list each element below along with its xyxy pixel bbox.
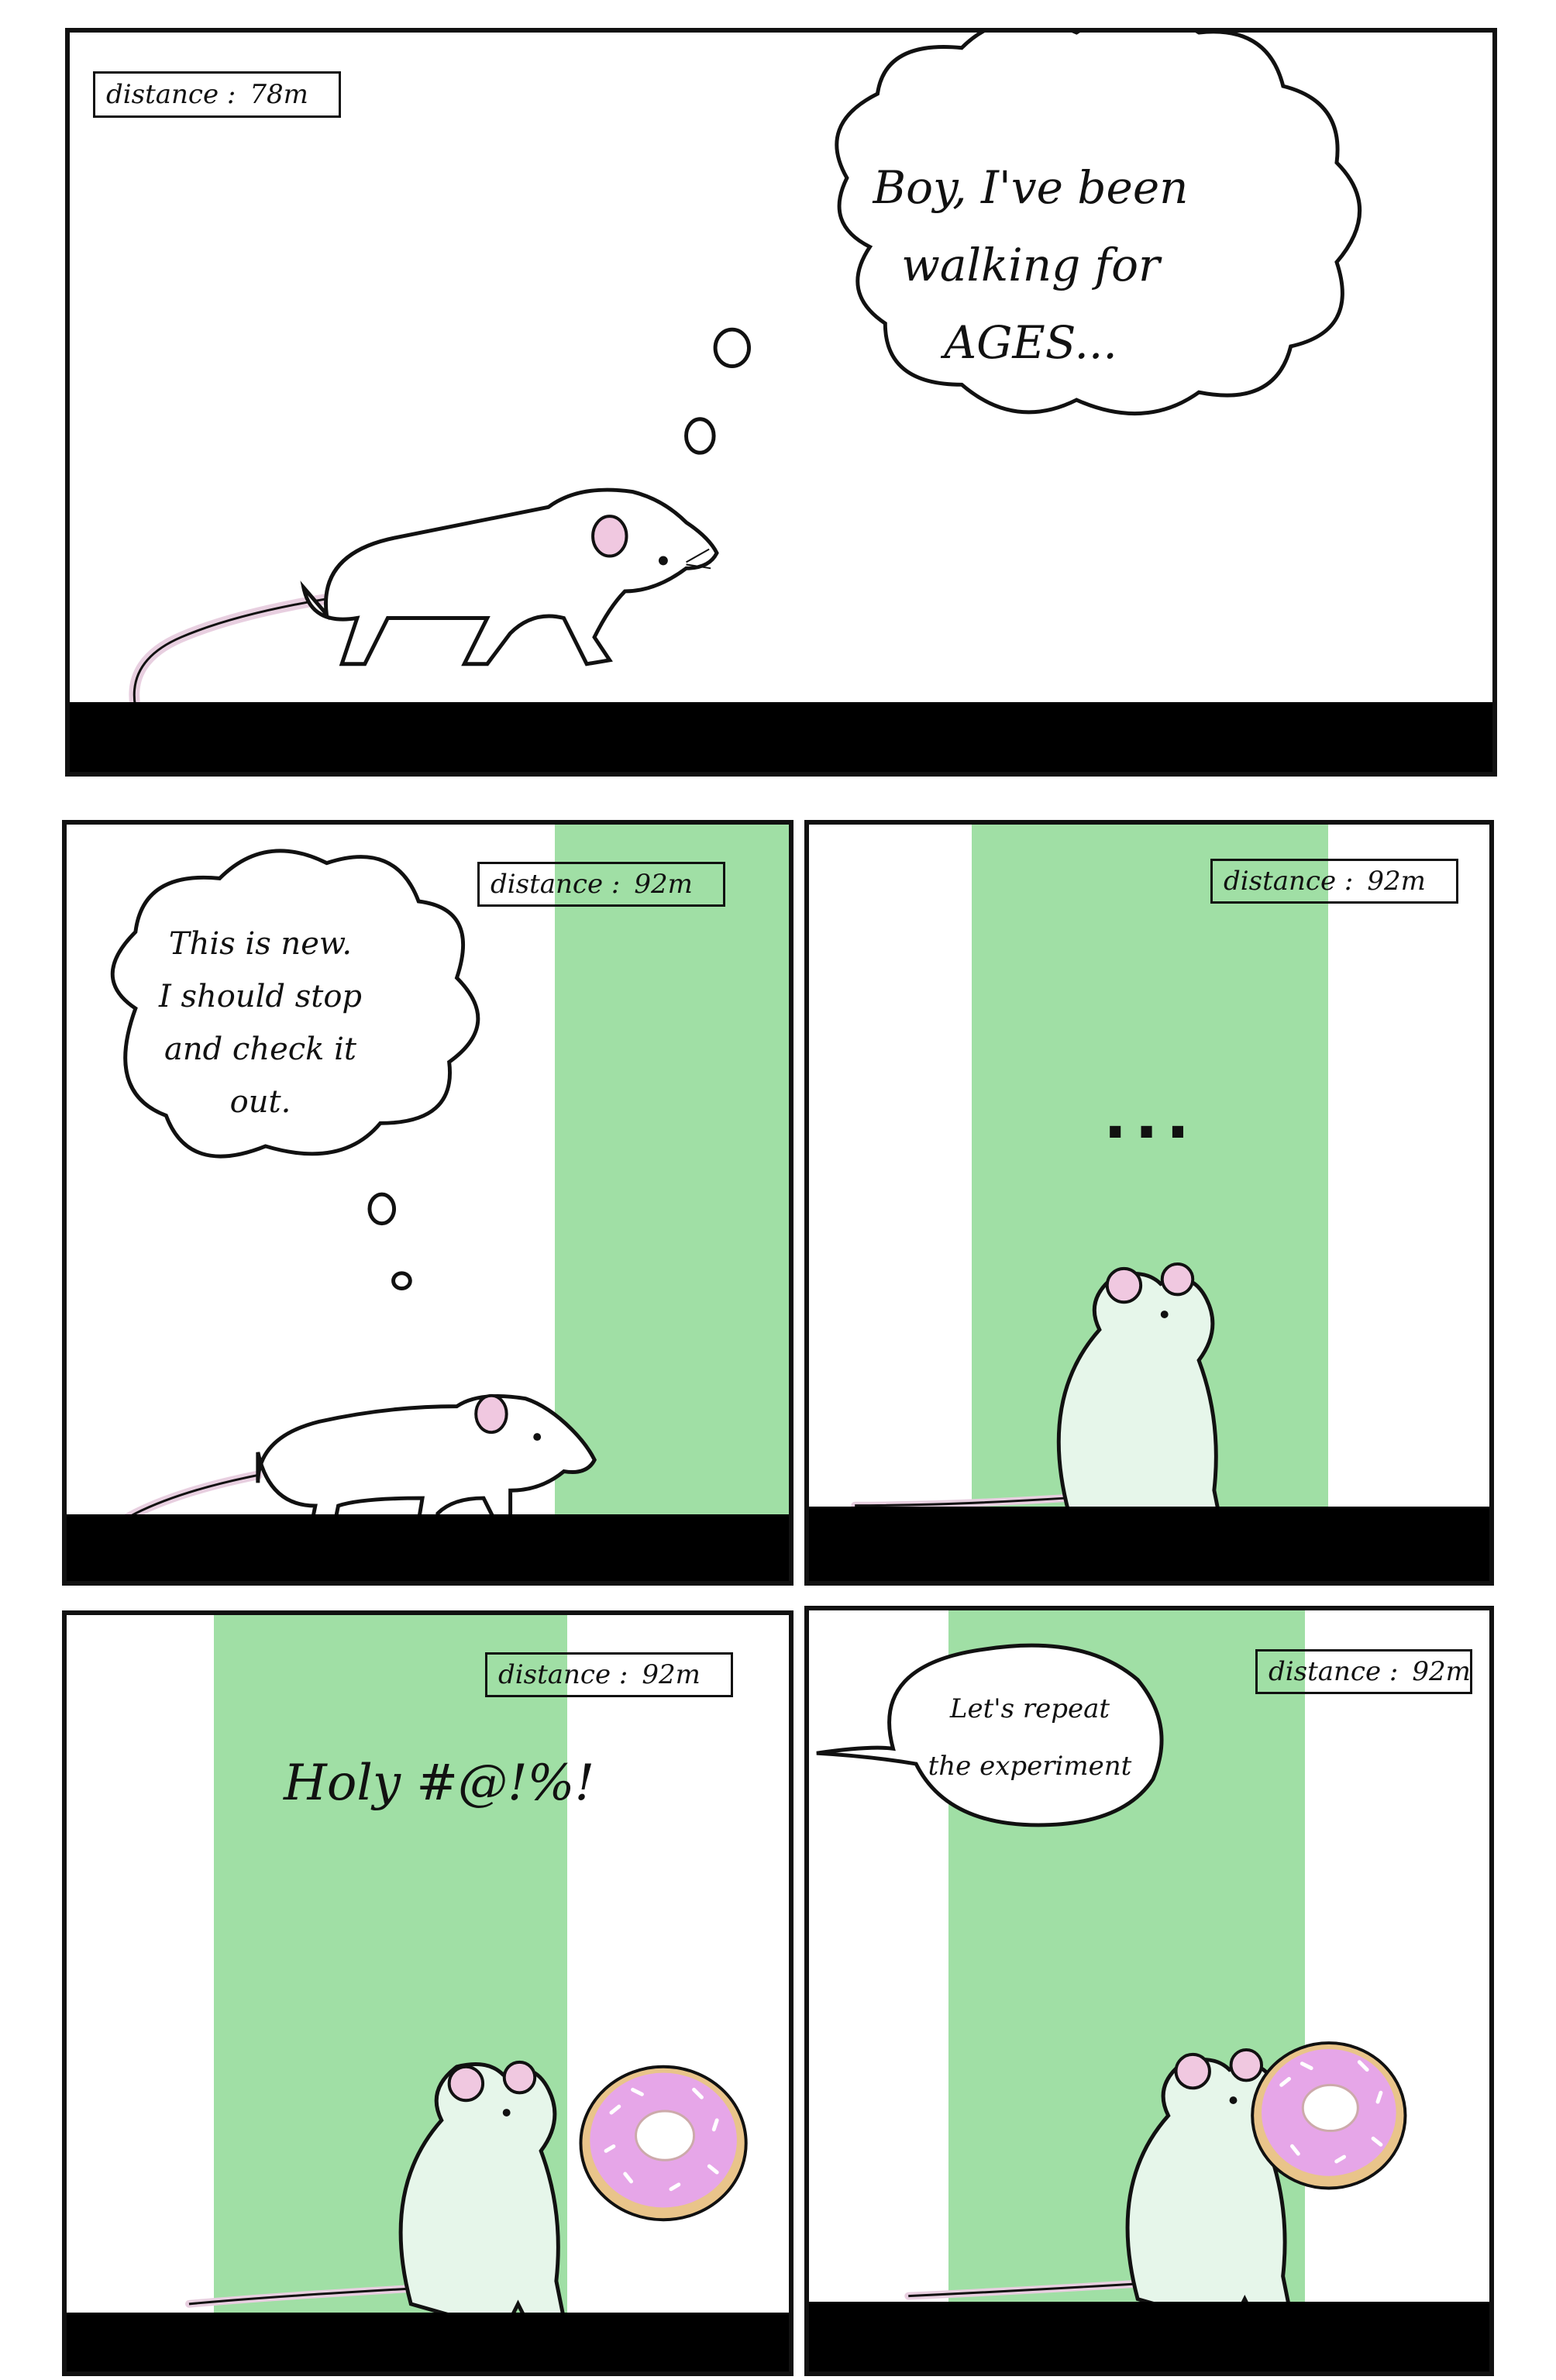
panel-3: distance : 92m ... [804,820,1494,1586]
donut-icon [1251,2041,1407,2190]
floor [67,2313,789,2371]
panel-4: distance : 92m Holy #@!%! [62,1610,793,2376]
panel-1: distance : 78m Boy, I've been walking fo… [65,28,1497,777]
panel-5: distance : 92m Let's repeat the experime… [804,1606,1494,2376]
floor [809,2302,1489,2371]
floor [67,1514,789,1581]
panel-2: distance : 92m This is new. I should sto… [62,820,793,1586]
floor [70,702,1492,772]
rat-walking [91,1393,597,1581]
floor [809,1507,1489,1581]
rat-standing [851,1262,1224,1531]
rat-walking [129,487,719,711]
donut-icon [579,2065,748,2222]
